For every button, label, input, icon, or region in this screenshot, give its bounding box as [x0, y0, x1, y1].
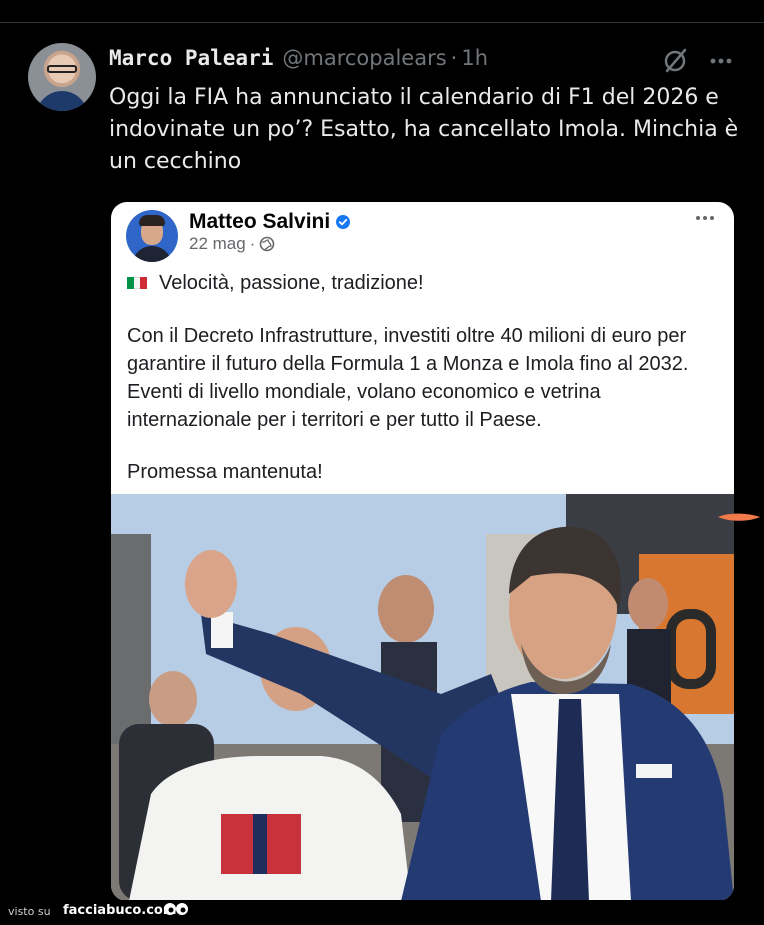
avatar-glasses [47, 65, 77, 73]
post-meta: 22 mag · [189, 234, 275, 254]
post-author-name[interactable]: Matteo Salvini [189, 210, 330, 234]
post-paragraph: Con il Decreto Infrastrutture, investiti… [127, 325, 689, 431]
avatar-shirt [36, 91, 88, 111]
watermark-bar: visto su facciabuco.com [0, 900, 764, 925]
grok-slash-icon[interactable] [660, 46, 690, 76]
post-closing: Promessa mantenuta! [127, 461, 323, 483]
post-headline-text: Velocità, passione, tradizione! [159, 272, 424, 294]
post-photo[interactable] [111, 494, 734, 901]
author-handle[interactable]: @marcopalears [282, 46, 446, 70]
author-name[interactable]: Marco Paleari [109, 46, 273, 70]
post-more-icon[interactable] [693, 210, 717, 226]
header-separator: · [450, 46, 458, 70]
globe-icon [260, 236, 275, 252]
post-author-row: Matteo Salvini [189, 210, 351, 234]
post-meta-separator: · [249, 234, 256, 253]
tweet-header: Marco Paleari @marcopalears · 1h [109, 46, 488, 76]
watermark-site[interactable]: facciabuco.com [63, 903, 176, 918]
post-date[interactable]: 22 mag [189, 234, 246, 254]
photo-scene [111, 494, 734, 901]
avatar-hair [139, 215, 165, 226]
watermark-visto: visto su [8, 905, 51, 918]
verified-badge-icon [336, 215, 351, 229]
orange-scribble [718, 513, 760, 521]
more-horizontal-icon[interactable] [706, 46, 736, 76]
post-headline: Velocità, passione, tradizione! [127, 269, 424, 297]
avatar-suit [132, 246, 172, 262]
eyes-icon [164, 903, 188, 915]
embedded-post-card[interactable]: Matteo Salvini 22 mag · Velocità, passio… [111, 202, 734, 901]
post-author-avatar[interactable] [126, 210, 178, 262]
tweet-text: Oggi la FIA ha annunciato il calendario … [109, 85, 739, 174]
tweet-time[interactable]: 1h [461, 46, 488, 70]
top-divider [0, 22, 764, 23]
italian-flag-icon [127, 277, 148, 289]
author-avatar[interactable] [28, 43, 96, 111]
